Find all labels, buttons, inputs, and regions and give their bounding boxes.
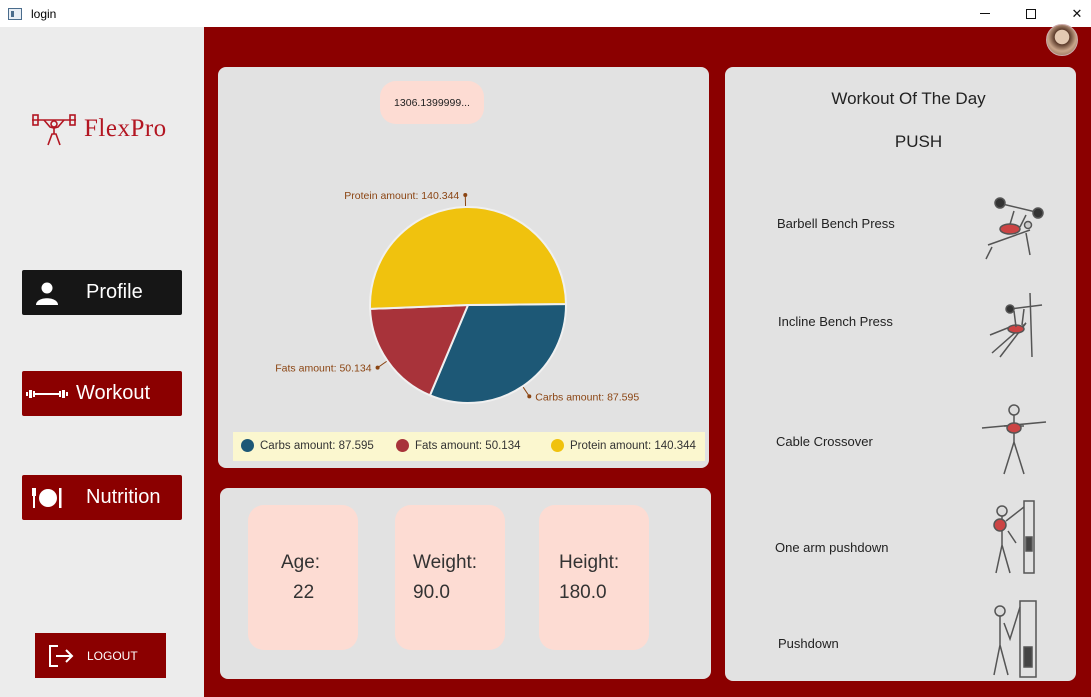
weight-value: 90.0	[413, 582, 450, 603]
pie-slice[interactable]	[369, 206, 568, 310]
slice-leader-dot	[375, 365, 380, 370]
age-value: 22	[293, 582, 315, 603]
nutrition-label: Nutrition	[86, 486, 161, 508]
exercise-name: One arm pushdown	[775, 540, 889, 555]
body-stats-panel: Age: 22 Weight: 90.0 Height: 180.0	[220, 488, 711, 679]
user-avatar[interactable]	[1046, 24, 1078, 56]
workout-of-the-day-panel: Workout Of The Day PUSH Barbell Bench Pr…	[725, 67, 1076, 681]
pushdown-illustration	[993, 600, 1037, 678]
exercise-name: Barbell Bench Press	[777, 216, 895, 231]
workout-button[interactable]: Workout	[22, 371, 182, 416]
maximize-button[interactable]	[1008, 0, 1054, 27]
slice-label: Protein amount: 140.344	[344, 190, 459, 202]
legend-item: Carbs amount: 87.595	[241, 439, 374, 452]
user-icon	[22, 281, 72, 305]
slice-leader-dot	[463, 193, 468, 198]
close-button[interactable]: ✕	[1054, 0, 1091, 27]
cable-crossover-illustration	[981, 404, 1047, 475]
nutrition-button[interactable]: Nutrition	[22, 475, 182, 520]
window-title: login	[31, 6, 57, 21]
slice-leader-dot	[527, 394, 532, 399]
slice-label: Fats amount: 50.134	[275, 363, 371, 375]
bench-press-illustration	[985, 197, 1044, 260]
slice-label: Carbs amount: 87.595	[535, 391, 639, 403]
sidebar: FlexPro Profile Workout Nutrition LOGOUT	[0, 27, 204, 697]
exercise-name: Pushdown	[778, 636, 839, 651]
close-icon: ✕	[1071, 5, 1083, 21]
height-card: Height: 180.0	[539, 505, 649, 650]
legend-label: Fats amount: 50.134	[415, 439, 521, 452]
incline-press-illustration	[989, 292, 1043, 358]
logout-label: LOGOUT	[87, 648, 138, 663]
legend-swatch	[396, 439, 409, 452]
workout-title: Workout Of The Day	[831, 89, 986, 108]
app-window-icon	[8, 7, 22, 20]
minimize-icon	[980, 13, 990, 14]
legend-label: Carbs amount: 87.595	[260, 439, 374, 452]
exercise-item[interactable]: Pushdown	[725, 600, 1076, 683]
workout-label: Workout	[76, 382, 151, 404]
weightlifter-logo-icon	[32, 114, 76, 146]
maximize-icon	[1026, 8, 1036, 19]
legend-swatch	[241, 439, 254, 452]
nutrition-chart-panel: 1306.1399999... Carbs amount: 87.595 Fats…	[218, 67, 709, 468]
flexpro-logo: FlexPro	[30, 112, 167, 146]
exercise-item[interactable]: Cable Crossover	[725, 402, 1076, 482]
chart-legend: Carbs amount: 87.595 Fats amount: 50.134 P…	[233, 432, 705, 461]
logout-icon	[35, 644, 87, 668]
age-card: Age: 22	[248, 505, 358, 650]
dumbbell-icon	[22, 388, 72, 400]
weight-card: Weight: 90.0	[395, 505, 505, 650]
legend-item: Protein amount: 140.344	[551, 439, 696, 452]
one-arm-pushdown-illustration	[993, 500, 1035, 574]
profile-button[interactable]: Profile	[22, 270, 182, 315]
logout-button[interactable]: LOGOUT	[35, 633, 166, 678]
workout-split: PUSH	[894, 132, 943, 151]
main-area: 1306.1399999... Carbs amount: 87.595 Fats…	[204, 24, 1091, 697]
exercise-name: Incline Bench Press	[778, 314, 893, 329]
legend-swatch	[551, 439, 564, 452]
window-title-bar: login ✕	[0, 0, 1091, 27]
height-label: Height:	[559, 552, 620, 573]
plate-cutlery-icon	[22, 487, 72, 509]
exercise-item[interactable]: Incline Bench Press	[725, 283, 1076, 363]
exercise-item[interactable]: Barbell Bench Press	[725, 185, 1076, 265]
height-value: 180.0	[559, 582, 607, 603]
legend-label: Protein amount: 140.344	[570, 439, 696, 452]
exercise-name: Cable Crossover	[776, 434, 873, 449]
exercise-item[interactable]: One arm pushdown	[725, 500, 1076, 587]
minimize-button[interactable]	[962, 0, 1008, 27]
macro-pie-chart: Carbs amount: 87.595 Fats amount: 50.134 P…	[275, 190, 639, 404]
profile-label: Profile	[86, 281, 143, 303]
weight-label: Weight:	[413, 552, 478, 573]
legend-item: Fats amount: 50.134	[396, 439, 520, 452]
logo-text: FlexPro	[84, 115, 167, 142]
age-label: Age:	[281, 552, 321, 573]
